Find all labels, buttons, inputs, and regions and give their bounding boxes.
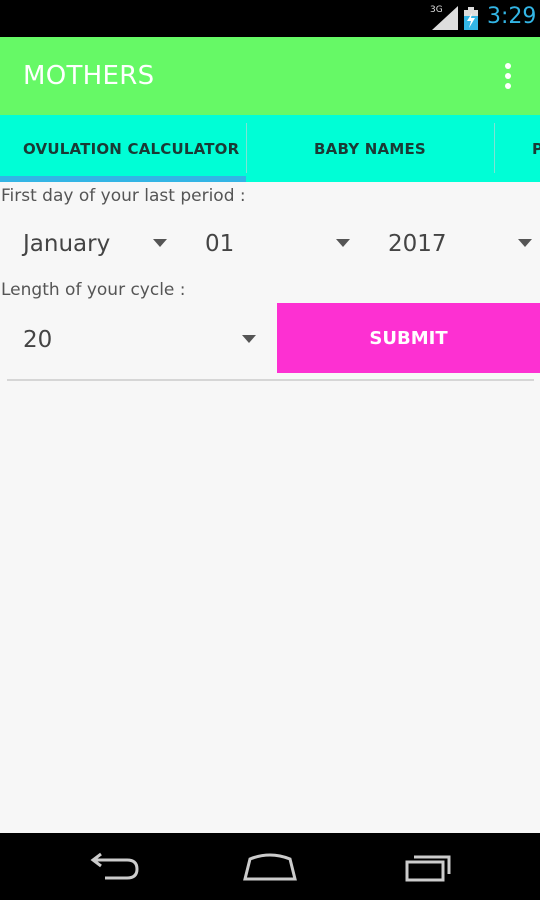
divider (7, 379, 534, 381)
dropdown-arrow-icon (242, 335, 256, 343)
period-label: First day of your last period : (1, 186, 246, 206)
day-dropdown[interactable]: 01 (205, 219, 355, 269)
year-value: 2017 (388, 231, 447, 257)
signal-icon (432, 6, 458, 30)
home-icon[interactable] (240, 847, 300, 887)
navigation-bar (0, 833, 540, 900)
recent-apps-icon[interactable] (397, 847, 457, 887)
year-dropdown[interactable]: 2017 (388, 219, 538, 269)
tab-baby-names[interactable]: BABY NAMES (246, 115, 494, 182)
tab-bar: OVULATION CALCULATOR BABY NAMES P (0, 115, 540, 182)
tab-ovulation-calculator[interactable]: OVULATION CALCULATOR (0, 115, 246, 182)
month-dropdown[interactable]: January (23, 219, 173, 269)
back-icon[interactable] (83, 847, 143, 887)
app-title: MOTHERS (23, 61, 155, 91)
battery-charging-icon (464, 7, 478, 30)
overflow-menu-icon[interactable] (498, 61, 518, 91)
cycle-length-dropdown[interactable]: 20 (23, 315, 263, 365)
dropdown-arrow-icon (518, 239, 532, 247)
submit-button[interactable]: SUBMIT (277, 303, 540, 373)
dropdown-arrow-icon (153, 239, 167, 247)
tab-selected-indicator (0, 176, 246, 182)
dropdown-arrow-icon (336, 239, 350, 247)
status-bar: 3G 3:29 (0, 0, 540, 37)
tab-partial[interactable]: P (494, 115, 540, 182)
month-value: January (23, 231, 111, 257)
app-bar: MOTHERS (0, 37, 540, 115)
cycle-length-value: 20 (23, 327, 53, 353)
day-value: 01 (205, 231, 235, 257)
clock: 3:29 (487, 4, 537, 29)
cycle-label: Length of your cycle : (1, 280, 186, 300)
